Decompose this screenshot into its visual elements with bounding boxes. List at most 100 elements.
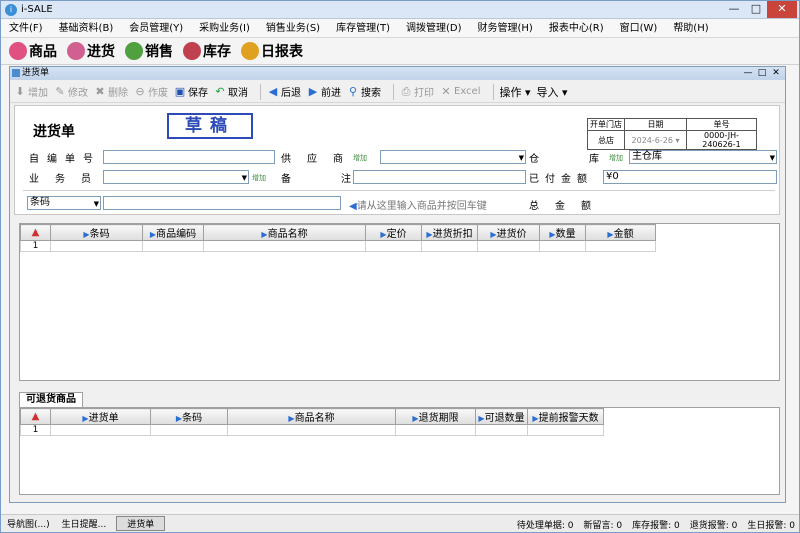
col-purchase-price[interactable]: ▶进货价 — [477, 224, 540, 241]
table-row[interactable]: 1 — [20, 424, 604, 436]
forward-button[interactable]: ▶ 前进 — [307, 84, 341, 99]
menu-file[interactable]: 文件(F) — [1, 19, 51, 38]
purchase-icon — [67, 42, 85, 60]
app-title: i-SALE — [21, 4, 53, 15]
add-button[interactable]: ⬇ 增加 — [14, 84, 48, 99]
col-quantity[interactable]: ▶数量 — [539, 224, 586, 241]
toolbar: ⬇ 增加 ✎ 修改 ✖ 删除 ⊖ 作废 ▣ 保存 ↶ 取消 ◀ 后退 ▶ 前进 ⚲ 搜索 ⎙ 打印 … — [10, 81, 785, 103]
col-discount[interactable]: ▶进货折扣 — [421, 224, 478, 241]
child-title: 进货单 — [22, 68, 50, 78]
add-clerk-link[interactable]: 增加 — [252, 173, 266, 183]
col-alert-days[interactable]: ▶提前报警天数 — [527, 408, 604, 425]
col-list-price[interactable]: ▶定价 — [365, 224, 422, 241]
arrow-left-icon: ◀ — [349, 201, 357, 212]
col-returnable-qty[interactable]: ▶可退数量 — [475, 408, 528, 425]
menu-transfer[interactable]: 调拨管理(D) — [398, 19, 470, 38]
chevron-down-icon: ▼ — [241, 174, 247, 182]
status-bar: 导航图(...) 生日提醒... 进货单 待处理单据: 0 新留言: 0 库存报… — [1, 514, 799, 532]
quick-purchase-button[interactable]: 进货 — [67, 41, 115, 61]
menu-finance[interactable]: 财务管理(H) — [470, 19, 541, 38]
child-close-button[interactable]: ✕ — [769, 67, 783, 79]
stock-icon — [183, 42, 201, 60]
warehouse-select[interactable]: 主仓库 ▼ — [629, 150, 777, 164]
supplier-label: 供应商 — [281, 154, 359, 165]
menu-bar: 文件(F) 基础资料(B) 会员管理(Y) 采购业务(I) 销售业务(S) 库存… — [1, 19, 799, 38]
void-icon: ⊖ — [135, 84, 145, 98]
col-barcode[interactable]: ▶条码 — [150, 408, 228, 425]
back-button[interactable]: ◀ 后退 — [267, 84, 301, 99]
store-value: 总店 — [587, 130, 625, 150]
table-row[interactable]: 1 — [20, 240, 656, 252]
self-number-label: 自编单号 — [29, 154, 101, 165]
col-product-code[interactable]: ▶商品编码 — [142, 224, 204, 241]
menu-basic-data[interactable]: 基础资料(B) — [51, 19, 122, 38]
report-icon — [241, 42, 259, 60]
save-button[interactable]: ▣ 保存 — [174, 84, 208, 99]
note-input[interactable] — [353, 170, 526, 184]
col-product-name[interactable]: ▶商品名称 — [227, 408, 396, 425]
paid-amount-label: 已付金额 — [529, 174, 593, 185]
status-current-window[interactable]: 进货单 — [116, 516, 166, 531]
pending-docs-indicator[interactable]: 待处理单据: 0 — [517, 518, 574, 531]
status-birthday[interactable]: 生日提醒... — [56, 517, 113, 530]
col-return-deadline[interactable]: ▶退货期限 — [395, 408, 476, 425]
product-entry-input[interactable] — [103, 196, 341, 210]
supplier-select[interactable]: ▼ — [380, 150, 526, 164]
cancel-button[interactable]: ↶ 取消 — [214, 84, 248, 99]
menu-reports[interactable]: 报表中心(R) — [541, 19, 612, 38]
void-button[interactable]: ⊖ 作废 — [134, 84, 168, 99]
chevron-down-icon: ▼ — [769, 154, 775, 162]
return-alert-indicator[interactable]: 退货报警: 0 — [690, 518, 738, 531]
form-divider — [23, 190, 775, 191]
sales-icon — [125, 42, 143, 60]
birthday-alert-indicator[interactable]: 生日报警: 0 — [747, 518, 795, 531]
quick-sales-button[interactable]: 销售 — [125, 41, 173, 61]
tab-returnable-products[interactable]: 可退货商品 — [19, 392, 83, 407]
toolbar-separator — [492, 83, 494, 100]
row-indicator-header: ▲ — [20, 224, 51, 241]
maximize-button[interactable]: □ — [745, 1, 767, 18]
add-supplier-link[interactable]: 增加 — [353, 153, 367, 163]
col-product-name[interactable]: ▶商品名称 — [203, 224, 366, 241]
col-barcode[interactable]: ▶条码 — [50, 224, 143, 241]
quick-products-button[interactable]: 商品 — [9, 41, 57, 61]
menu-sales[interactable]: 销售业务(S) — [258, 19, 328, 38]
col-amount[interactable]: ▶金额 — [585, 224, 656, 241]
edit-button[interactable]: ✎ 修改 — [54, 84, 88, 99]
barcode-type-select[interactable]: 条码 ▼ — [27, 196, 101, 210]
delete-button[interactable]: ✖ 删除 — [94, 84, 128, 99]
operations-menu[interactable]: 操作 ▾ — [500, 84, 531, 100]
menu-window[interactable]: 窗口(W) — [612, 19, 666, 38]
add-warehouse-link[interactable]: 增加 — [609, 153, 623, 163]
self-number-input[interactable] — [103, 150, 275, 164]
total-amount-label: 总金额 — [529, 201, 607, 212]
import-menu[interactable]: 导入 ▾ — [537, 84, 568, 100]
status-nav[interactable]: 导航图(...) — [1, 517, 56, 530]
child-minimize-button[interactable]: — — [741, 67, 755, 79]
child-maximize-button[interactable]: □ — [755, 67, 769, 79]
print-button[interactable]: ⎙ 打印 — [400, 84, 434, 99]
close-button[interactable]: ✕ — [767, 1, 797, 18]
excel-button[interactable]: ✕ Excel — [440, 84, 480, 98]
date-header: 日期 — [624, 118, 687, 131]
minimize-button[interactable]: — — [723, 1, 745, 18]
clerk-select[interactable]: ▼ — [103, 170, 249, 184]
search-button[interactable]: ⚲ 搜索 — [347, 84, 381, 99]
date-picker[interactable]: 2024-6-26 ▾ — [624, 130, 687, 150]
menu-purchase[interactable]: 采购业务(I) — [191, 19, 258, 38]
menu-inventory[interactable]: 库存管理(T) — [328, 19, 398, 38]
number-header: 单号 — [686, 118, 757, 131]
paid-amount-input[interactable]: ¥0 — [603, 170, 777, 184]
new-messages-indicator[interactable]: 新留言: 0 — [584, 518, 623, 531]
back-icon: ◀ — [268, 84, 278, 98]
products-icon — [9, 42, 27, 60]
menu-member[interactable]: 会员管理(Y) — [121, 19, 191, 38]
menu-help[interactable]: 帮助(H) — [665, 19, 716, 38]
quick-stock-button[interactable]: 库存 — [183, 41, 231, 61]
toolbar-separator — [260, 83, 261, 100]
excel-icon: ✕ — [441, 84, 451, 98]
stock-alert-indicator[interactable]: 库存报警: 0 — [632, 518, 680, 531]
quick-daily-report-button[interactable]: 日报表 — [241, 41, 303, 61]
save-icon: ▣ — [174, 84, 186, 98]
col-purchase-order[interactable]: ▶进货单 — [50, 408, 151, 425]
